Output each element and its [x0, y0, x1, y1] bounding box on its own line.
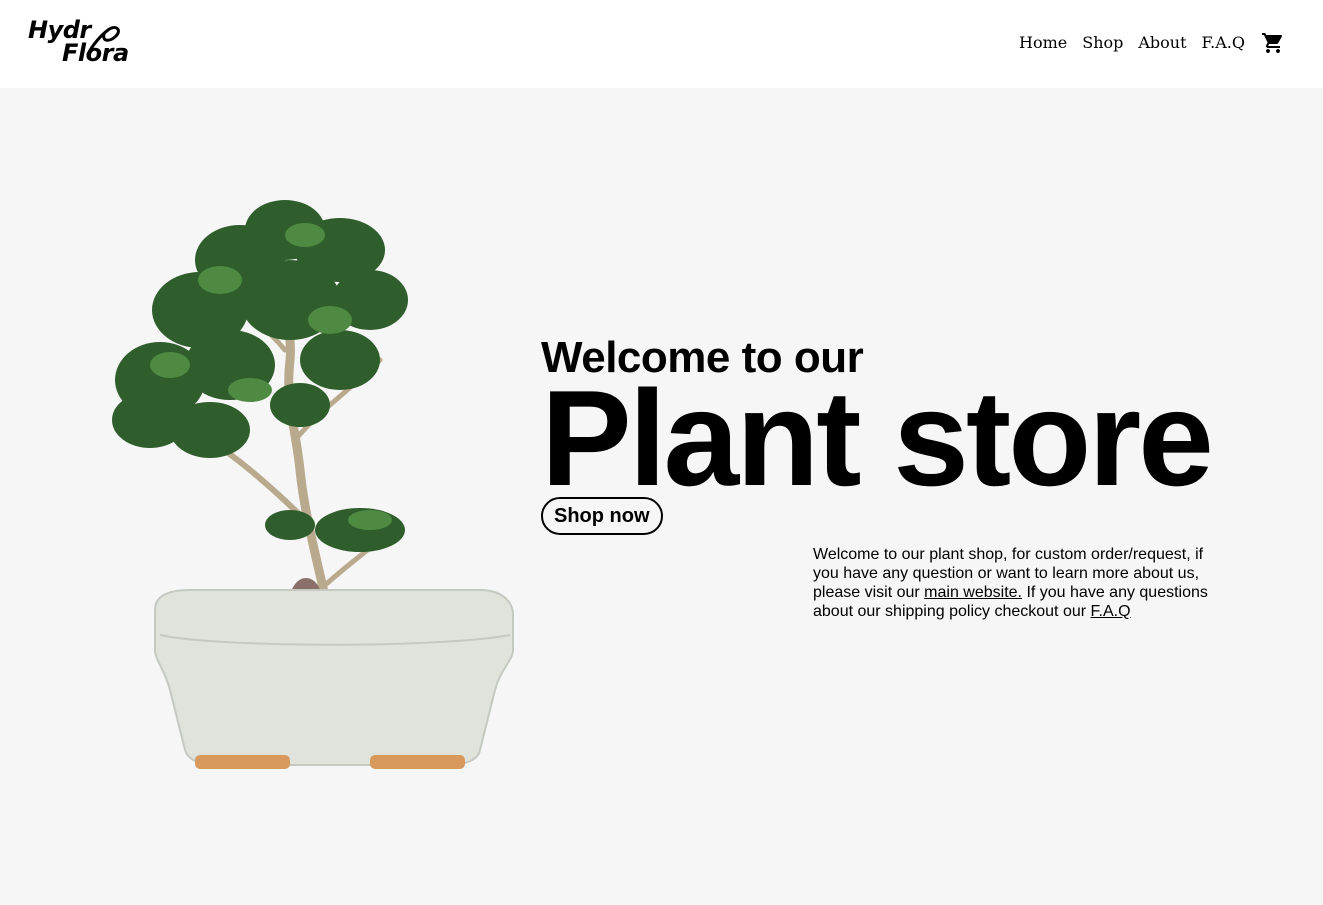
faq-link[interactable]: F.A.Q — [1091, 603, 1131, 620]
nav-about-link[interactable]: About — [1138, 30, 1186, 56]
bonsai-plant-image — [112, 200, 514, 769]
logo-swirl-icon — [86, 26, 120, 56]
brand-logo[interactable]: Hydr Flora — [26, 16, 146, 68]
description-text: Welcome to our plant shop, for custom or… — [813, 545, 1223, 621]
shop-now-button[interactable]: Shop now — [541, 497, 663, 535]
main-nav: Home Shop About F.A.Q — [1004, 30, 1285, 56]
nav-faq-link[interactable]: F.A.Q — [1202, 30, 1245, 56]
hero-text: Welcome to our Plant store — [541, 334, 1214, 514]
main-website-link[interactable]: main website. — [924, 584, 1022, 601]
nav-shop-link[interactable]: Shop — [1082, 30, 1123, 56]
hero-title: Plant store — [541, 362, 1214, 514]
nav-home-link[interactable]: Home — [1019, 30, 1067, 56]
site-header: Hydr Flora Home Shop About F.A.Q — [0, 0, 1323, 88]
shopping-cart-icon[interactable] — [1261, 31, 1285, 55]
